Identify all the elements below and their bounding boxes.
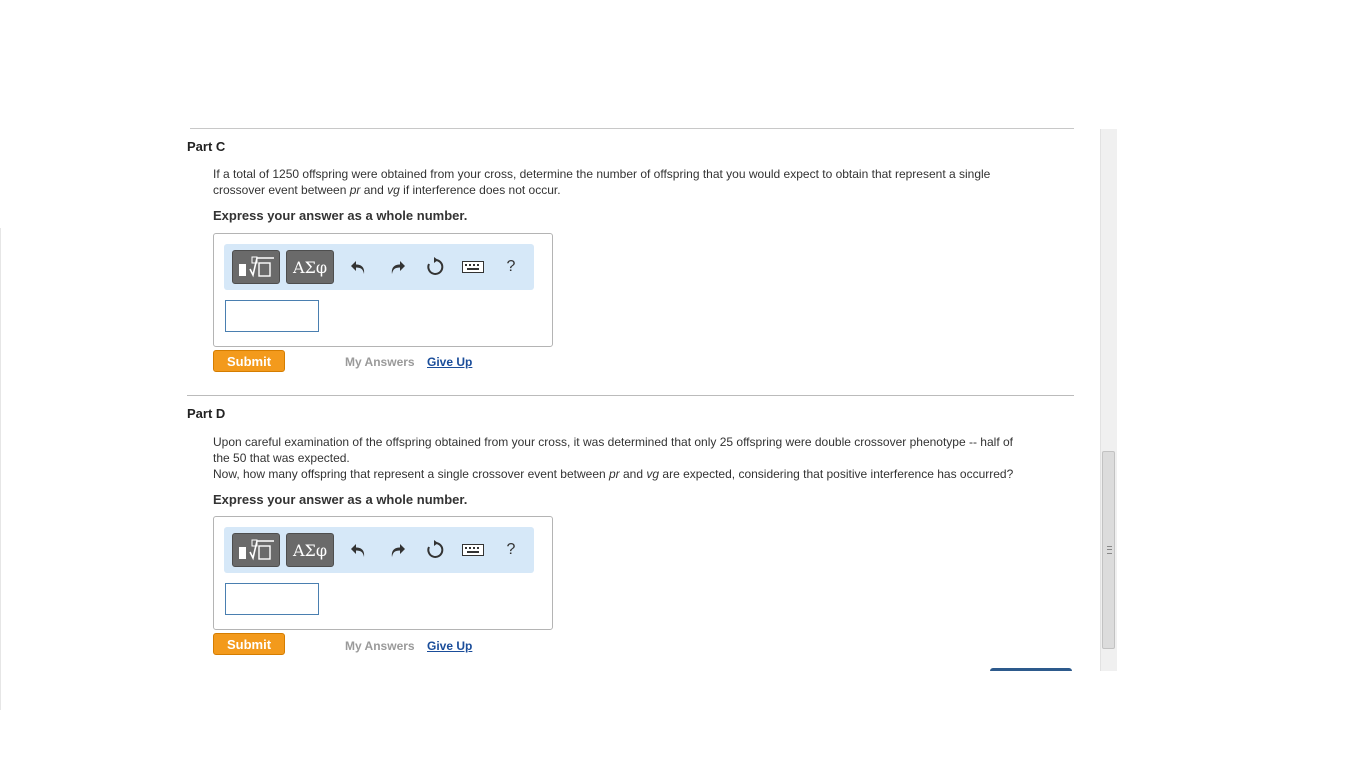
part-d-question: Upon careful examination of the offsprin… (213, 434, 1083, 482)
templates-icon (239, 256, 274, 278)
part-c-instruction: Express your answer as a whole number. (213, 208, 468, 223)
text: crossover event between (213, 183, 350, 197)
part-c-answer-box: ΑΣφ ? (213, 233, 553, 347)
term-vg: vg (646, 467, 660, 481)
greek-symbols-button[interactable]: ΑΣφ (286, 250, 334, 284)
term-vg: vg (387, 183, 400, 197)
keyboard-button[interactable] (458, 533, 488, 567)
part-d-answer-box: ΑΣφ ? (213, 516, 553, 630)
undo-icon (351, 261, 365, 274)
part-d-question-line2: the 50 that was expected. (213, 451, 350, 465)
templates-button[interactable] (232, 533, 280, 567)
math-toolbar: ΑΣφ ? (224, 244, 534, 290)
part-c-question-line2: crossover event between pr and vg if int… (213, 182, 1083, 198)
keyboard-button[interactable] (458, 250, 488, 284)
part-d-give-up-link[interactable]: Give Up (427, 639, 472, 653)
redo-button[interactable] (382, 250, 412, 284)
part-c-give-up-link[interactable]: Give Up (427, 355, 472, 369)
part-d-my-answers: My Answers (345, 639, 415, 653)
part-d-instruction: Express your answer as a whole number. (213, 492, 468, 507)
help-icon: ? (506, 258, 516, 275)
reset-button[interactable] (420, 250, 450, 284)
keyboard-icon (462, 544, 484, 556)
vertical-scrollbar[interactable] (1100, 129, 1117, 671)
undo-icon (351, 544, 365, 557)
text: Now, how many offspring that represent a… (213, 467, 609, 481)
term-pr: pr (609, 467, 620, 481)
undo-button[interactable] (344, 250, 374, 284)
part-c-question-line1: If a total of 1250 offspring were obtain… (213, 167, 991, 181)
part-d-question-line3: Now, how many offspring that represent a… (213, 466, 1083, 482)
text: and (360, 183, 388, 197)
grip-icon (1107, 546, 1112, 554)
top-divider (190, 128, 1074, 129)
templates-icon (239, 539, 274, 561)
text: if interference does not occur. (399, 183, 561, 197)
part-d-title: Part D (187, 406, 226, 421)
text: and (619, 467, 647, 481)
help-button[interactable]: ? (496, 250, 526, 284)
redo-button[interactable] (382, 533, 412, 567)
term-pr: pr (349, 183, 361, 197)
keyboard-icon (462, 261, 484, 273)
scrollbar-thumb[interactable] (1102, 451, 1115, 649)
templates-button[interactable] (232, 250, 280, 284)
part-divider (187, 395, 1074, 396)
next-button-edge[interactable] (990, 668, 1072, 671)
page-left-edge (0, 228, 1, 710)
math-toolbar: ΑΣφ ? (224, 527, 534, 573)
part-d-question-line1: Upon careful examination of the offsprin… (213, 435, 1013, 449)
reset-icon (427, 257, 444, 275)
part-c-submit-button[interactable]: Submit (213, 350, 285, 372)
part-c-answer-input[interactable] (225, 300, 319, 332)
reset-icon (427, 540, 444, 558)
redo-icon (391, 544, 405, 557)
text: are expected, considering that positive … (659, 467, 1014, 481)
undo-button[interactable] (344, 533, 374, 567)
part-d-submit-button[interactable]: Submit (213, 633, 285, 655)
part-d-answer-input[interactable] (225, 583, 319, 615)
reset-button[interactable] (420, 533, 450, 567)
help-icon: ? (506, 541, 516, 558)
part-c-question: If a total of 1250 offspring were obtain… (213, 166, 1083, 198)
redo-icon (391, 261, 405, 274)
greek-symbols-button[interactable]: ΑΣφ (286, 533, 334, 567)
part-c-title: Part C (187, 139, 226, 154)
part-c-my-answers: My Answers (345, 355, 415, 369)
help-button[interactable]: ? (496, 533, 526, 567)
